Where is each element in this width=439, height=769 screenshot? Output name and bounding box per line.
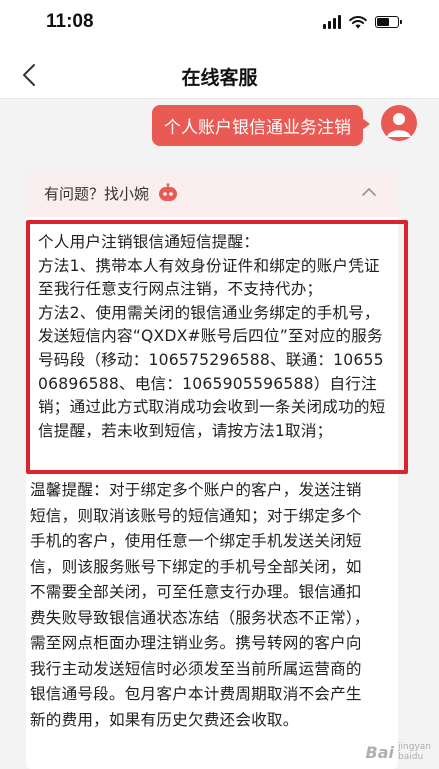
- watermark-sub: jingyan baidu: [398, 742, 431, 762]
- avatar-icon: [387, 113, 411, 137]
- nav-bar: 在线客服: [0, 52, 439, 99]
- highlight-box: [26, 220, 408, 474]
- robot-icon: [159, 183, 178, 201]
- battery-icon: [375, 16, 402, 28]
- status-bar: 11:08: [0, 0, 439, 52]
- cellular-signal-icon: [323, 15, 341, 29]
- status-icons: [323, 15, 402, 29]
- user-avatar[interactable]: [381, 105, 417, 141]
- user-message-bubble: 个人账户银信通业务注销: [152, 105, 370, 146]
- reply-tips: 温馨提醒：对于绑定多个账户的客户，发送注销短信，则取消该账号的短信通知；对于绑定…: [30, 478, 374, 733]
- watermark-brand: Bai: [365, 743, 395, 762]
- reply-card-header[interactable]: 有问题？找小婉: [26, 169, 398, 217]
- chevron-up-icon[interactable]: [360, 183, 378, 201]
- wifi-icon: [349, 16, 367, 29]
- tips-paragraph: 温馨提醒：对于绑定多个账户的客户，发送注销短信，则取消该账号的短信通知；对于绑定…: [30, 481, 370, 729]
- page-title: 在线客服: [181, 67, 258, 89]
- reply-header-label: 有问题？找小婉: [44, 184, 150, 203]
- chat-area[interactable]: 个人账户银信通业务注销 有问题？找小婉 个人用户注销银信通短信提醒： 方法1、携…: [0, 99, 439, 769]
- watermark: Bai jingyan baidu: [366, 742, 431, 762]
- status-time: 11:08: [46, 11, 94, 32]
